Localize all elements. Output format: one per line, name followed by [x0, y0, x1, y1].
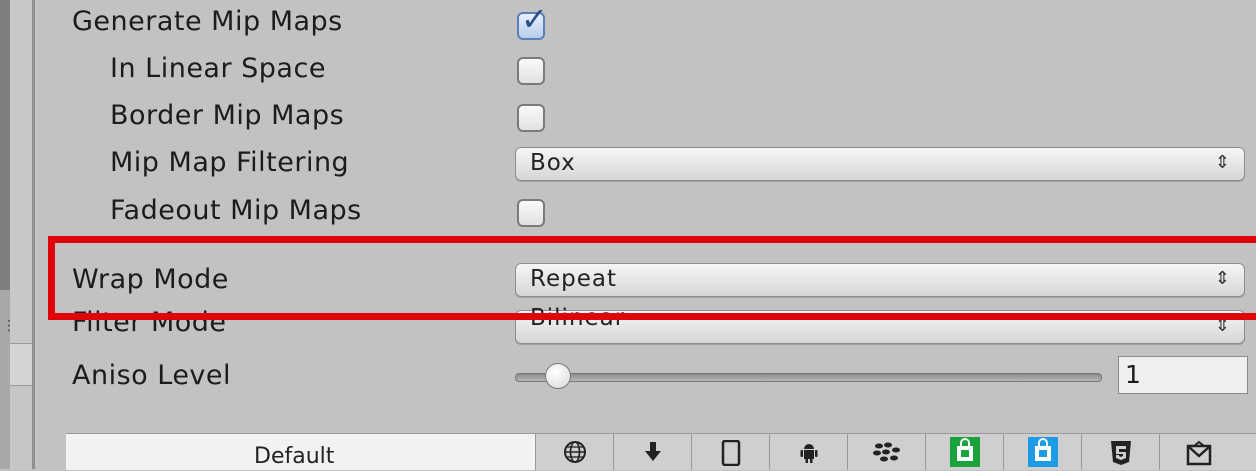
windows-phone-icon: [1027, 437, 1058, 467]
border-mip-maps-checkbox[interactable]: [517, 104, 545, 132]
platform-tab-default[interactable]: Default: [66, 434, 536, 470]
updown-arrow-icon: ⇕: [1214, 152, 1230, 173]
phone-icon: [721, 440, 740, 466]
scrollbar-track[interactable]: ⋮: [0, 0, 16, 469]
in-linear-space-checkbox[interactable]: [517, 57, 545, 85]
windows-store-icon: [949, 437, 980, 467]
aniso-level-slider-handle[interactable]: [545, 363, 571, 389]
html5-icon: [1110, 441, 1131, 465]
mip-map-filtering-dropdown[interactable]: Box ⇕: [515, 147, 1245, 181]
android-icon: [800, 444, 817, 463]
fadeout-mip-maps-label: Fadeout Mip Maps: [110, 195, 362, 226]
globe-icon: [563, 441, 586, 463]
platform-tab-webgl[interactable]: [1082, 434, 1160, 470]
aniso-level-slider-track[interactable]: [515, 373, 1102, 382]
platform-tab-samsung-tv[interactable]: [1160, 434, 1238, 470]
aniso-level-input[interactable]: 1: [1118, 356, 1248, 394]
side-panel-row[interactable]: [10, 343, 32, 386]
side-panel-row[interactable]: [10, 385, 32, 470]
platform-tab-windows-phone[interactable]: [1004, 434, 1082, 470]
platform-tab-standalone[interactable]: [614, 434, 692, 470]
generate-mip-maps-checkbox[interactable]: ✓: [517, 0, 548, 40]
webgl-icon: [1186, 440, 1212, 466]
scrollbar-thumb[interactable]: [0, 0, 10, 290]
blackberry-icon: [872, 442, 900, 462]
platform-tab-web[interactable]: [536, 434, 614, 470]
platform-tab-windows-store[interactable]: [926, 434, 1004, 470]
in-linear-space-label: In Linear Space: [110, 53, 326, 84]
download-icon: [644, 442, 661, 461]
platform-tab-bar: Default: [66, 433, 1256, 470]
mip-map-filtering-label: Mip Map Filtering: [110, 147, 350, 178]
fadeout-mip-maps-checkbox[interactable]: [517, 199, 545, 227]
panel-divider[interactable]: [32, 0, 35, 469]
generate-mip-maps-label: Generate Mip Maps: [72, 6, 343, 37]
checkmark-icon: ✓: [521, 0, 548, 38]
platform-tab-blackberry[interactable]: [848, 434, 926, 470]
aniso-level-label: Aniso Level: [72, 360, 232, 391]
platform-tab-android[interactable]: [770, 434, 848, 470]
highlight-box: [48, 236, 1256, 320]
side-panel: [10, 0, 32, 470]
platform-tab-ios[interactable]: [692, 434, 770, 470]
platform-tab-default-label: Default: [254, 444, 335, 469]
border-mip-maps-label: Border Mip Maps: [110, 100, 345, 131]
mip-map-filtering-value: Box: [530, 150, 576, 176]
